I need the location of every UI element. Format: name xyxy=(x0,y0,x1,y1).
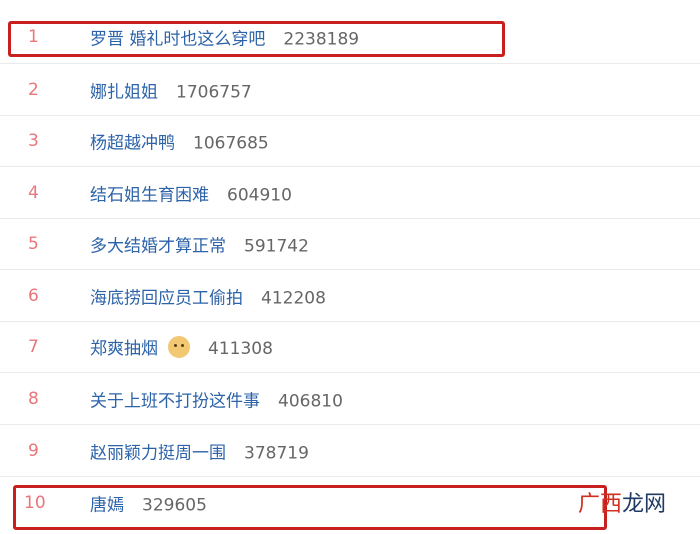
topic-link[interactable]: 杨超越冲鸭 1067685 xyxy=(90,129,269,154)
topic-title: 唐嫣 xyxy=(90,495,124,516)
dog-face-emoji-icon xyxy=(168,336,190,358)
topic-title: 多大结婚才算正常 xyxy=(90,236,226,257)
search-count: 406810 xyxy=(278,391,343,411)
topic-link[interactable]: 赵丽颖力挺周一围 378719 xyxy=(90,438,309,463)
search-count: 2238189 xyxy=(283,29,360,49)
topic-link[interactable]: 娜扎姐姐 1706757 xyxy=(90,77,252,102)
rank-number: 2 xyxy=(28,79,39,100)
topic-title: 杨超越冲鸭 xyxy=(90,133,175,154)
list-item[interactable]: 9 赵丽颖力挺周一围 378719 xyxy=(0,425,700,477)
topic-link[interactable]: 郑爽抽烟 411308 xyxy=(90,334,273,360)
search-count: 591742 xyxy=(244,236,309,257)
watermark-text-1: 广西 xyxy=(577,492,622,517)
rank-number: 8 xyxy=(28,388,39,409)
search-count: 378719 xyxy=(244,443,309,463)
rank-number: 9 xyxy=(28,440,39,461)
search-count: 1067685 xyxy=(193,133,269,154)
search-count: 1706757 xyxy=(176,82,252,102)
rank-number: 4 xyxy=(28,182,39,203)
topic-link[interactable]: 关于上班不打扮这件事 406810 xyxy=(90,386,343,411)
topic-title: 郑爽抽烟 xyxy=(90,339,158,359)
rank-number: 10 xyxy=(24,493,46,513)
hot-search-list: 1 罗晋 婚礼时也这么穿吧 2238189 2 娜扎姐姐 1706757 3 杨超越… xyxy=(0,0,700,534)
rank-number: 5 xyxy=(28,234,39,254)
list-item[interactable]: 8 关于上班不打扮这件事 406810 xyxy=(0,373,700,425)
search-count: 329605 xyxy=(142,495,207,516)
topic-title: 海底捞回应员工偷拍 xyxy=(90,288,243,308)
topic-link[interactable]: 唐嫣 329605 xyxy=(90,491,207,516)
topic-title: 结石姐生育困难 xyxy=(90,185,209,205)
search-count: 412208 xyxy=(261,288,326,308)
list-item[interactable]: 4 结石姐生育困难 604910 xyxy=(0,167,700,219)
search-count: 604910 xyxy=(227,185,292,205)
list-item[interactable]: 2 娜扎姐姐 1706757 xyxy=(0,64,700,116)
topic-link[interactable]: 结石姐生育困难 604910 xyxy=(90,180,292,205)
topic-link[interactable]: 罗晋 婚礼时也这么穿吧 2238189 xyxy=(90,24,359,49)
topic-link[interactable]: 多大结婚才算正常 591742 xyxy=(90,232,309,257)
topic-title: 关于上班不打扮这件事 xyxy=(90,391,260,411)
topic-title: 赵丽颖力挺周一围 xyxy=(90,443,226,463)
list-item[interactable]: 5 多大结婚才算正常 591742 xyxy=(0,219,700,270)
list-item[interactable]: 7 郑爽抽烟 411308 xyxy=(0,322,700,373)
watermark: 广西龙网 xyxy=(578,486,666,518)
rank-number: 3 xyxy=(28,131,39,151)
list-item[interactable]: 1 罗晋 婚礼时也这么穿吧 2238189 xyxy=(0,10,700,64)
list-item[interactable]: 6 海底捞回应员工偷拍 412208 xyxy=(0,270,700,322)
topic-title: 罗晋 婚礼时也这么穿吧 xyxy=(90,29,266,49)
list-item[interactable]: 3 杨超越冲鸭 1067685 xyxy=(0,116,700,167)
search-count: 411308 xyxy=(208,339,273,359)
rank-number: 6 xyxy=(28,285,39,306)
rank-number: 7 xyxy=(28,337,39,357)
topic-title: 娜扎姐姐 xyxy=(90,82,158,102)
topic-link[interactable]: 海底捞回应员工偷拍 412208 xyxy=(90,283,326,308)
watermark-text-2: 龙网 xyxy=(621,492,666,517)
rank-number: 1 xyxy=(28,26,39,47)
